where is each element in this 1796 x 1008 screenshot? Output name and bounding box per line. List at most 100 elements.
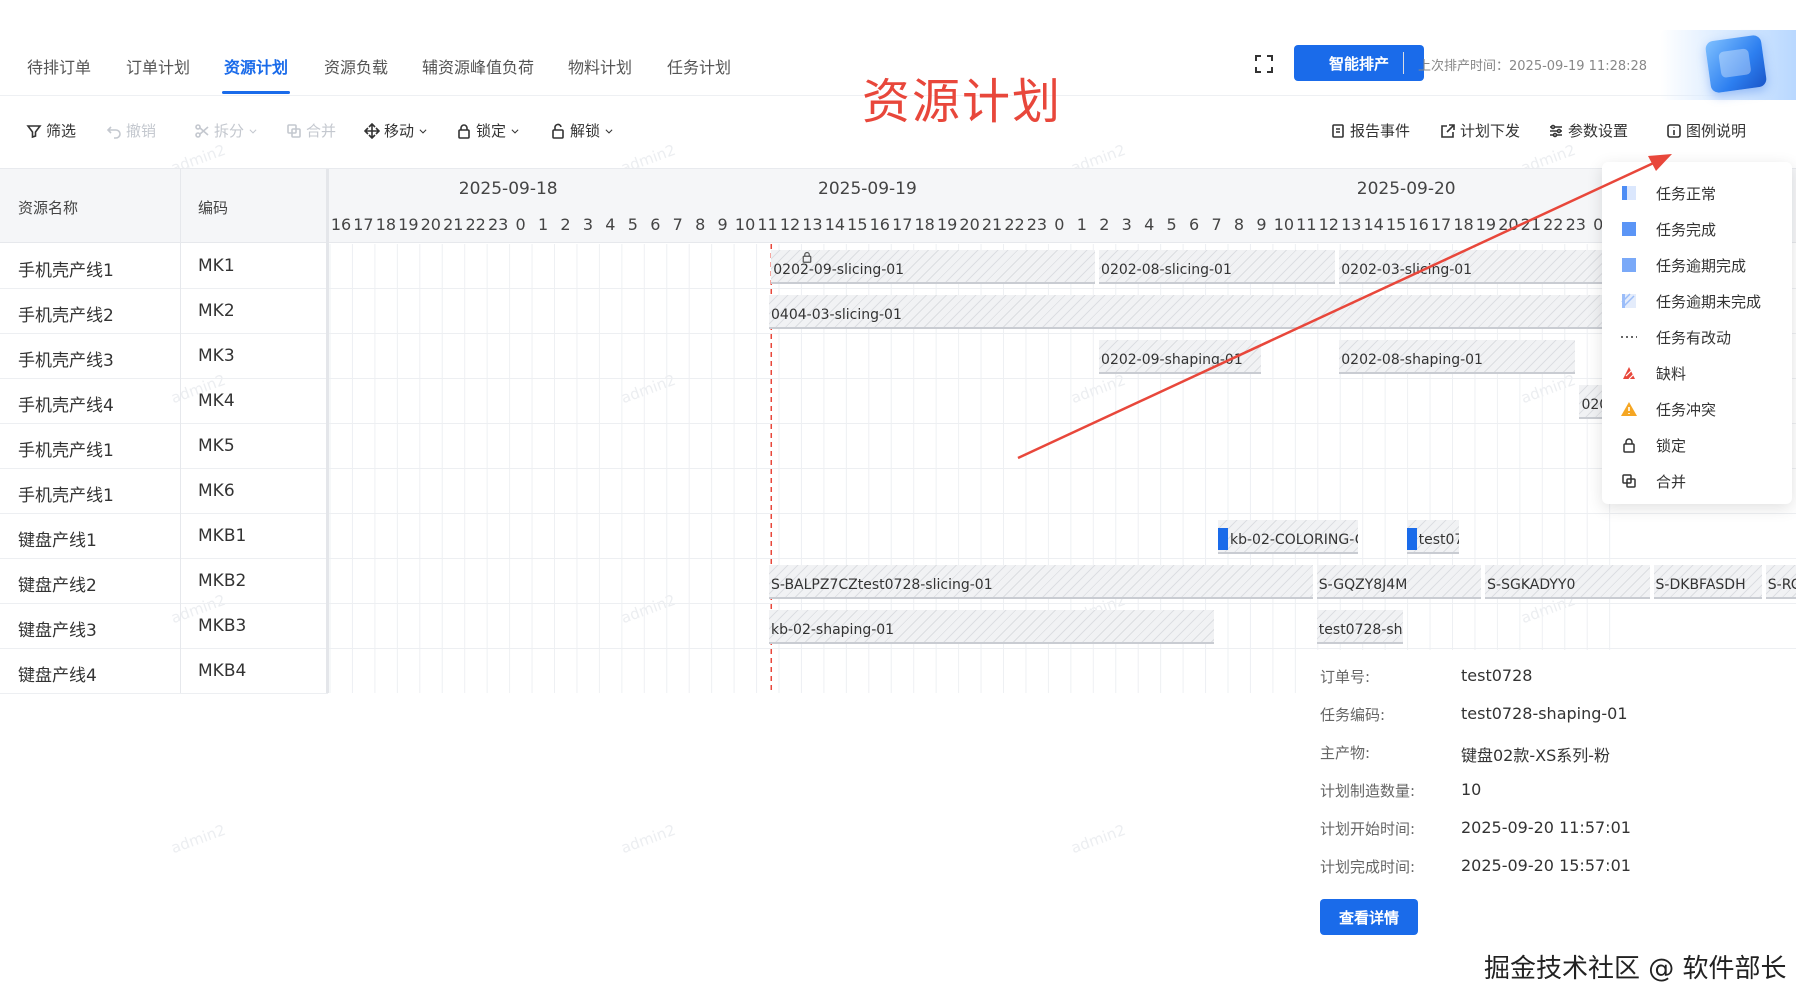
task-bar[interactable]: S-BALPZ7CZtest0728-slicing-01	[769, 565, 1313, 599]
tooltip-key: 订单号:	[1320, 668, 1371, 686]
task-bar[interactable]: test0728-shap	[1316, 610, 1403, 644]
smart-schedule-button[interactable]: 智能排产	[1294, 45, 1424, 81]
gantt-body: 0202-09-slicing-01 0202-08-slicing-01 0202…	[329, 244, 1796, 693]
task-bar[interactable]: S-SGKADYY0	[1485, 565, 1650, 599]
unlock-icon	[550, 123, 566, 139]
resource-row[interactable]: 键盘产线3 MKB3	[0, 604, 328, 649]
gantt-chart: 资源名称 编码 手机壳产线1 MK1 手机壳产线2 MK2 手机壳产线3 MK3 手机壳产线…	[0, 168, 1796, 694]
hour-label: 8	[695, 215, 706, 234]
chevron-down-icon	[418, 126, 428, 136]
column-header-code: 编码	[198, 199, 229, 217]
task-start-marker	[1218, 528, 1229, 550]
task-bar[interactable]: test072	[1406, 520, 1459, 554]
view-details-button[interactable]: 查看详情	[1320, 899, 1418, 935]
task-bar[interactable]: S-DKBFASDH	[1653, 565, 1762, 599]
hour-label: 4	[1144, 215, 1155, 234]
task-bar[interactable]: 0202-03-slicing-01	[1339, 250, 1605, 284]
hour-label: 20	[959, 215, 980, 234]
task-done-icon	[1620, 220, 1638, 238]
hour-label: 14	[824, 215, 846, 234]
legend-item: 任务冲突	[1602, 391, 1792, 425]
tab-3[interactable]: 资源负载	[324, 54, 388, 78]
tab-6[interactable]: 任务计划	[667, 54, 731, 78]
tooltip-value: test0728-shaping-01	[1461, 704, 1628, 723]
tab-2[interactable]: 资源计划	[224, 54, 288, 78]
hour-label: 10	[1273, 215, 1295, 234]
task-bar[interactable]: kb-02-COLORING-QI	[1218, 520, 1358, 554]
legend-label: 任务冲突	[1656, 401, 1717, 419]
lock-icon	[801, 248, 813, 263]
footer-watermark: 掘金技术社区 @ 软件部长	[1484, 954, 1787, 984]
tab-1[interactable]: 订单计划	[126, 54, 190, 78]
toolbar-label: 筛选	[46, 122, 77, 140]
resource-table-header: 资源名称 编码	[0, 169, 328, 243]
resource-code: MKB3	[198, 616, 247, 636]
toolbar-undo-button[interactable]: 撤销	[106, 120, 156, 141]
toolbar-report-button[interactable]: 报告事件	[1330, 120, 1410, 141]
date-label: 2025-09-19	[818, 179, 917, 199]
toolbar-unlock-button[interactable]: 解锁	[550, 120, 614, 141]
tooltip-row: 计划开始时间: 2025-09-20 11:57:01	[1320, 818, 1631, 842]
task-bar[interactable]: kb-02-shaping-01	[769, 610, 1215, 644]
chevron-down-icon	[510, 126, 520, 136]
resource-code: MK6	[198, 481, 235, 501]
task-bar[interactable]: S-RC	[1765, 565, 1796, 599]
resource-row[interactable]: 手机壳产线2 MK2	[0, 289, 328, 334]
toolbar-filter-button[interactable]: 筛选	[26, 120, 76, 141]
resource-row[interactable]: 手机壳产线1 MK6	[0, 469, 328, 514]
last-schedule-time: 上次排产时间：2025-09-19 11:28:28	[1418, 59, 1648, 74]
toolbar-split-button[interactable]: 拆分	[194, 120, 258, 141]
toolbar-settings-button[interactable]: 参数设置	[1548, 120, 1628, 141]
chevron-down-icon	[248, 126, 258, 136]
tooltip-value: 10	[1461, 780, 1482, 799]
tab-0[interactable]: 待排订单	[27, 54, 91, 78]
hour-label: 13	[802, 215, 823, 234]
task-label: 0202-08-slicing-01	[1101, 262, 1232, 278]
resource-name: 手机壳产线2	[18, 306, 114, 326]
toolbar-info-button[interactable]: 图例说明	[1666, 120, 1746, 141]
hour-label: 11	[757, 215, 778, 234]
hour-label: 14	[1363, 215, 1384, 234]
column-header-name: 资源名称	[18, 199, 79, 217]
task-bar[interactable]: 020	[1579, 385, 1605, 419]
task-bar[interactable]: 0404-03-slicing-01	[769, 295, 1605, 329]
resource-row[interactable]: 手机壳产线1 MK5	[0, 424, 328, 469]
hour-label: 13	[1341, 215, 1362, 234]
fullscreen-icon[interactable]	[1252, 52, 1276, 76]
task-bar[interactable]: 0202-08-slicing-01	[1099, 250, 1336, 284]
hour-label: 0	[515, 215, 526, 234]
toolbar-lock-button[interactable]: 锁定	[456, 120, 520, 141]
toolbar-move-button[interactable]: 移动	[364, 120, 428, 141]
task-label: S-SGKADYY0	[1487, 577, 1576, 593]
tooltip-row: 任务编码: test0728-shaping-01	[1320, 704, 1630, 728]
legend-item: 锁定	[1602, 427, 1792, 461]
resource-row[interactable]: 手机壳产线4 MK4	[0, 379, 328, 424]
chevron-down-icon	[604, 126, 614, 136]
toolbar-label: 图例说明	[1686, 122, 1747, 140]
task-bar[interactable]: S-GQZY8J4M	[1316, 565, 1482, 599]
toolbar-label: 移动	[384, 122, 415, 140]
legend-label: 任务有改动	[1656, 329, 1732, 347]
toolbar-merge-button[interactable]: 合并	[286, 120, 336, 141]
tab-5[interactable]: 物料计划	[568, 54, 632, 78]
task-bar[interactable]: 0202-09-shaping-01	[1099, 340, 1262, 374]
resource-row[interactable]: 键盘产线4 MKB4	[0, 649, 328, 694]
hour-label: 9	[1256, 215, 1267, 234]
task-bar[interactable]: 0202-09-slicing-01	[771, 250, 1096, 284]
hour-label: 12	[1318, 215, 1339, 234]
task-label: S-GQZY8J4M	[1318, 577, 1408, 593]
resource-row[interactable]: 键盘产线1 MKB1	[0, 514, 328, 559]
toolbar-dispatch-button[interactable]: 计划下发	[1440, 120, 1520, 141]
toolbar-label: 解锁	[570, 122, 601, 140]
hour-label: 16	[1408, 215, 1429, 234]
hour-label: 15	[1385, 215, 1407, 234]
hour-label: 17	[1430, 215, 1452, 234]
hour-label: 21	[1520, 215, 1542, 234]
task-bar[interactable]: 0202-08-shaping-01	[1339, 340, 1576, 374]
resource-row[interactable]: 手机壳产线1 MK1	[0, 244, 328, 289]
resource-row[interactable]: 手机壳产线3 MK3	[0, 334, 328, 379]
resource-row[interactable]: 键盘产线2 MKB2	[0, 559, 328, 604]
nav-divider	[1403, 52, 1404, 74]
hour-label: 5	[627, 215, 638, 234]
tab-4[interactable]: 辅资源峰值负荷	[422, 54, 534, 78]
